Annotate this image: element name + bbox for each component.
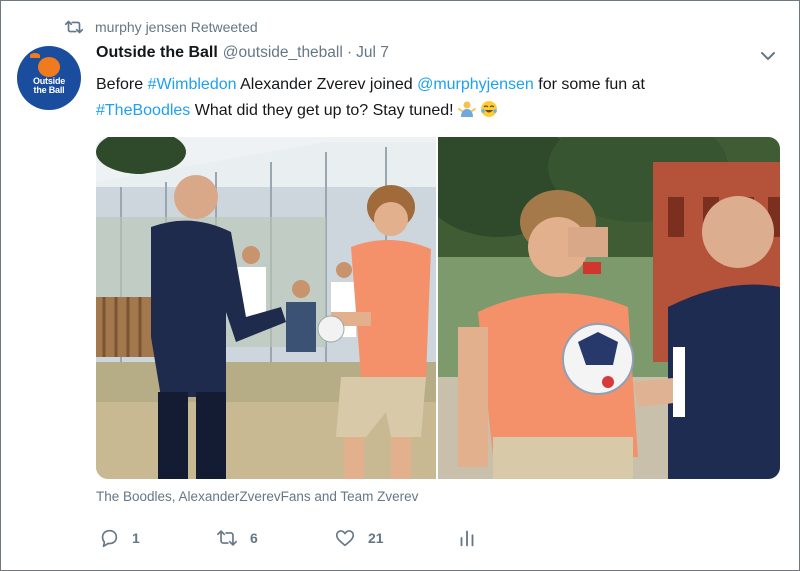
reply-count: 1	[132, 530, 140, 546]
photo-left[interactable]	[96, 137, 436, 479]
tweet-text-segment: Before	[96, 76, 148, 93]
user-handle[interactable]: @outside_theball	[223, 44, 343, 62]
tweet-text-segment: What did they get up to? Stay tuned!	[190, 102, 459, 119]
display-name[interactable]: Outside the Ball	[96, 44, 218, 62]
tweet-text: Before #Wimbledon Alexander Zverev joine…	[96, 72, 786, 124]
tears-of-joy-emoji	[481, 101, 498, 117]
person-shrugging-emoji	[458, 101, 476, 117]
tagged-people[interactable]: The Boodles, AlexanderZverevFans and Tea…	[96, 489, 418, 504]
reply-icon	[101, 529, 118, 548]
tweet-date[interactable]: Jul 7	[356, 44, 389, 62]
retweet-count: 6	[250, 530, 258, 546]
like-button[interactable]: 21	[334, 527, 420, 549]
retweet-icon	[217, 530, 237, 546]
tweet-text-segment: for some fun at	[533, 76, 645, 93]
tweet-text-segment: Alexander Zverev joined	[236, 76, 418, 93]
tweet-header: Outside the Ball @outside_theball · Jul …	[96, 44, 776, 66]
mention-link[interactable]: @murphyjensen	[417, 76, 534, 93]
heart-icon	[335, 530, 355, 547]
photo-right-image	[438, 137, 780, 479]
tweet-media[interactable]	[96, 137, 780, 479]
photo-right[interactable]	[438, 137, 780, 479]
like-count: 21	[368, 530, 384, 546]
reply-button[interactable]: 1	[98, 527, 180, 549]
tweet-actions: 1 6 21	[98, 526, 514, 550]
hashtag-link[interactable]: #Wimbledon	[148, 76, 237, 93]
avatar-logo-text-2: the Ball	[33, 85, 65, 95]
tweet-card: murphy jensen Retweeted Outside the Ball…	[0, 0, 800, 571]
analytics-button[interactable]	[456, 527, 478, 549]
retweet-label: murphy jensen Retweeted	[95, 19, 258, 35]
logo-ball-icon	[30, 53, 60, 77]
bar-chart-icon	[460, 530, 474, 547]
avatar[interactable]: Outside the Ball	[17, 46, 81, 110]
photo-left-image	[96, 137, 436, 479]
retweet-icon	[64, 20, 84, 34]
chevron-down-icon[interactable]	[759, 47, 777, 65]
retweet-context[interactable]: murphy jensen Retweeted	[63, 17, 258, 37]
hashtag-link[interactable]: #TheBoodles	[96, 102, 190, 119]
retweet-button[interactable]: 6	[216, 527, 298, 549]
separator: ·	[346, 44, 353, 61]
